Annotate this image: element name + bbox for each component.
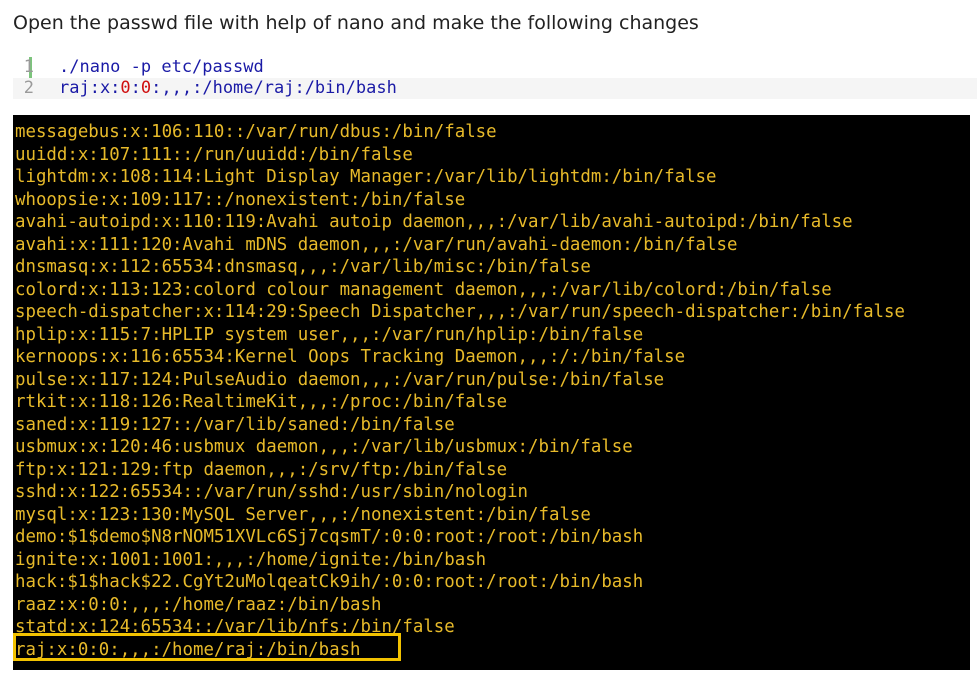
highlight-box: [13, 633, 401, 661]
terminal-line: uuidd:x:107:111::/run/uuidd:/bin/false: [15, 144, 413, 165]
terminal-line: usbmux:x:120:46:usbmux daemon,,,:/var/li…: [15, 437, 633, 457]
terminal-line: kernoops:x:116:65534:Kernel Oops Trackin…: [15, 347, 686, 367]
code-token: :,,,:/home/raj:/bin/bash: [151, 78, 397, 98]
terminal-line: ftp:x:121:129:ftp daemon,,,:/srv/ftp:/bi…: [15, 459, 508, 480]
terminal-line: colord:x:113:123:colord colour managemen…: [15, 279, 832, 300]
terminal-line: whoopsie:x:109:117::/nonexistent:/bin/fa…: [15, 189, 466, 210]
intro-text: Open the passwd file with help of nano a…: [13, 12, 699, 34]
terminal-line: raaz:x:0:0:,,,:/home/raaz:/bin/bash: [15, 594, 382, 615]
terminal-line: sshd:x:122:65534::/var/run/sshd:/usr/sbi…: [15, 482, 529, 502]
terminal-line: dnsmasq:x:112:65534:dnsmasq,,,:/var/lib/…: [15, 257, 591, 277]
line-number: 1: [23, 57, 34, 77]
terminal-line: saned:x:119:127::/var/lib/saned:/bin/fal…: [15, 414, 455, 435]
terminal-line: mysql:x:123:130:MySQL Server,,,:/nonexis…: [15, 504, 591, 525]
terminal-line: pulse:x:117:124:PulseAudio daemon,,,:/va…: [15, 369, 665, 390]
terminal-output: messagebus:x:106:110::/var/run/dbus:/bin…: [15, 121, 905, 661]
terminal-line: rtkit:x:118:126:RealtimeKit,,,:/proc:/bi…: [15, 392, 508, 412]
terminal-line: speech-dispatcher:x:114:29:Speech Dispat…: [15, 302, 905, 322]
code-token-number: 0: [140, 78, 152, 98]
terminal-line: avahi-autoipd:x:110:119:Avahi autoip dae…: [15, 212, 853, 232]
terminal-line: hack:$1$hack$22.CgYt2uMolqeatCk9ih/:0:0:…: [15, 572, 644, 592]
terminal-screenshot: messagebus:x:106:110::/var/run/dbus:/bin…: [13, 115, 970, 670]
terminal-line: lightdm:x:108:114:Light Display Manager:…: [15, 167, 717, 187]
code-text: raj:x:0:0:,,,:/home/raj:/bin/bash: [59, 78, 397, 99]
terminal-line: hplip:x:115:7:HPLIP system user,,,:/var/…: [15, 324, 644, 345]
code-line: 1 ./nano -p etc/passwd: [13, 57, 977, 78]
line-number: 2: [23, 78, 34, 98]
terminal-line: ignite:x:1001:1001:,,,:/home/ignite:/bin…: [15, 549, 487, 570]
code-token-number: 0: [120, 78, 131, 98]
code-line: 2 raj:x:0:0:,,,:/home/raj:/bin/bash: [13, 78, 977, 99]
code-token: :: [130, 78, 141, 98]
code-text: ./nano -p etc/passwd: [59, 57, 264, 77]
code-token: raj:x:: [59, 78, 121, 98]
terminal-line: messagebus:x:106:110::/var/run/dbus:/bin…: [15, 122, 497, 142]
code-block: 1 ./nano -p etc/passwd 2 raj:x:0:0:,,,:/…: [13, 57, 977, 99]
terminal-line: avahi:x:111:120:Avahi mDNS daemon,,,:/va…: [15, 234, 738, 255]
terminal-line: demo:$1$demo$N8rNOM51XVLc6Sj7cqsmT/:0:0:…: [15, 527, 644, 547]
